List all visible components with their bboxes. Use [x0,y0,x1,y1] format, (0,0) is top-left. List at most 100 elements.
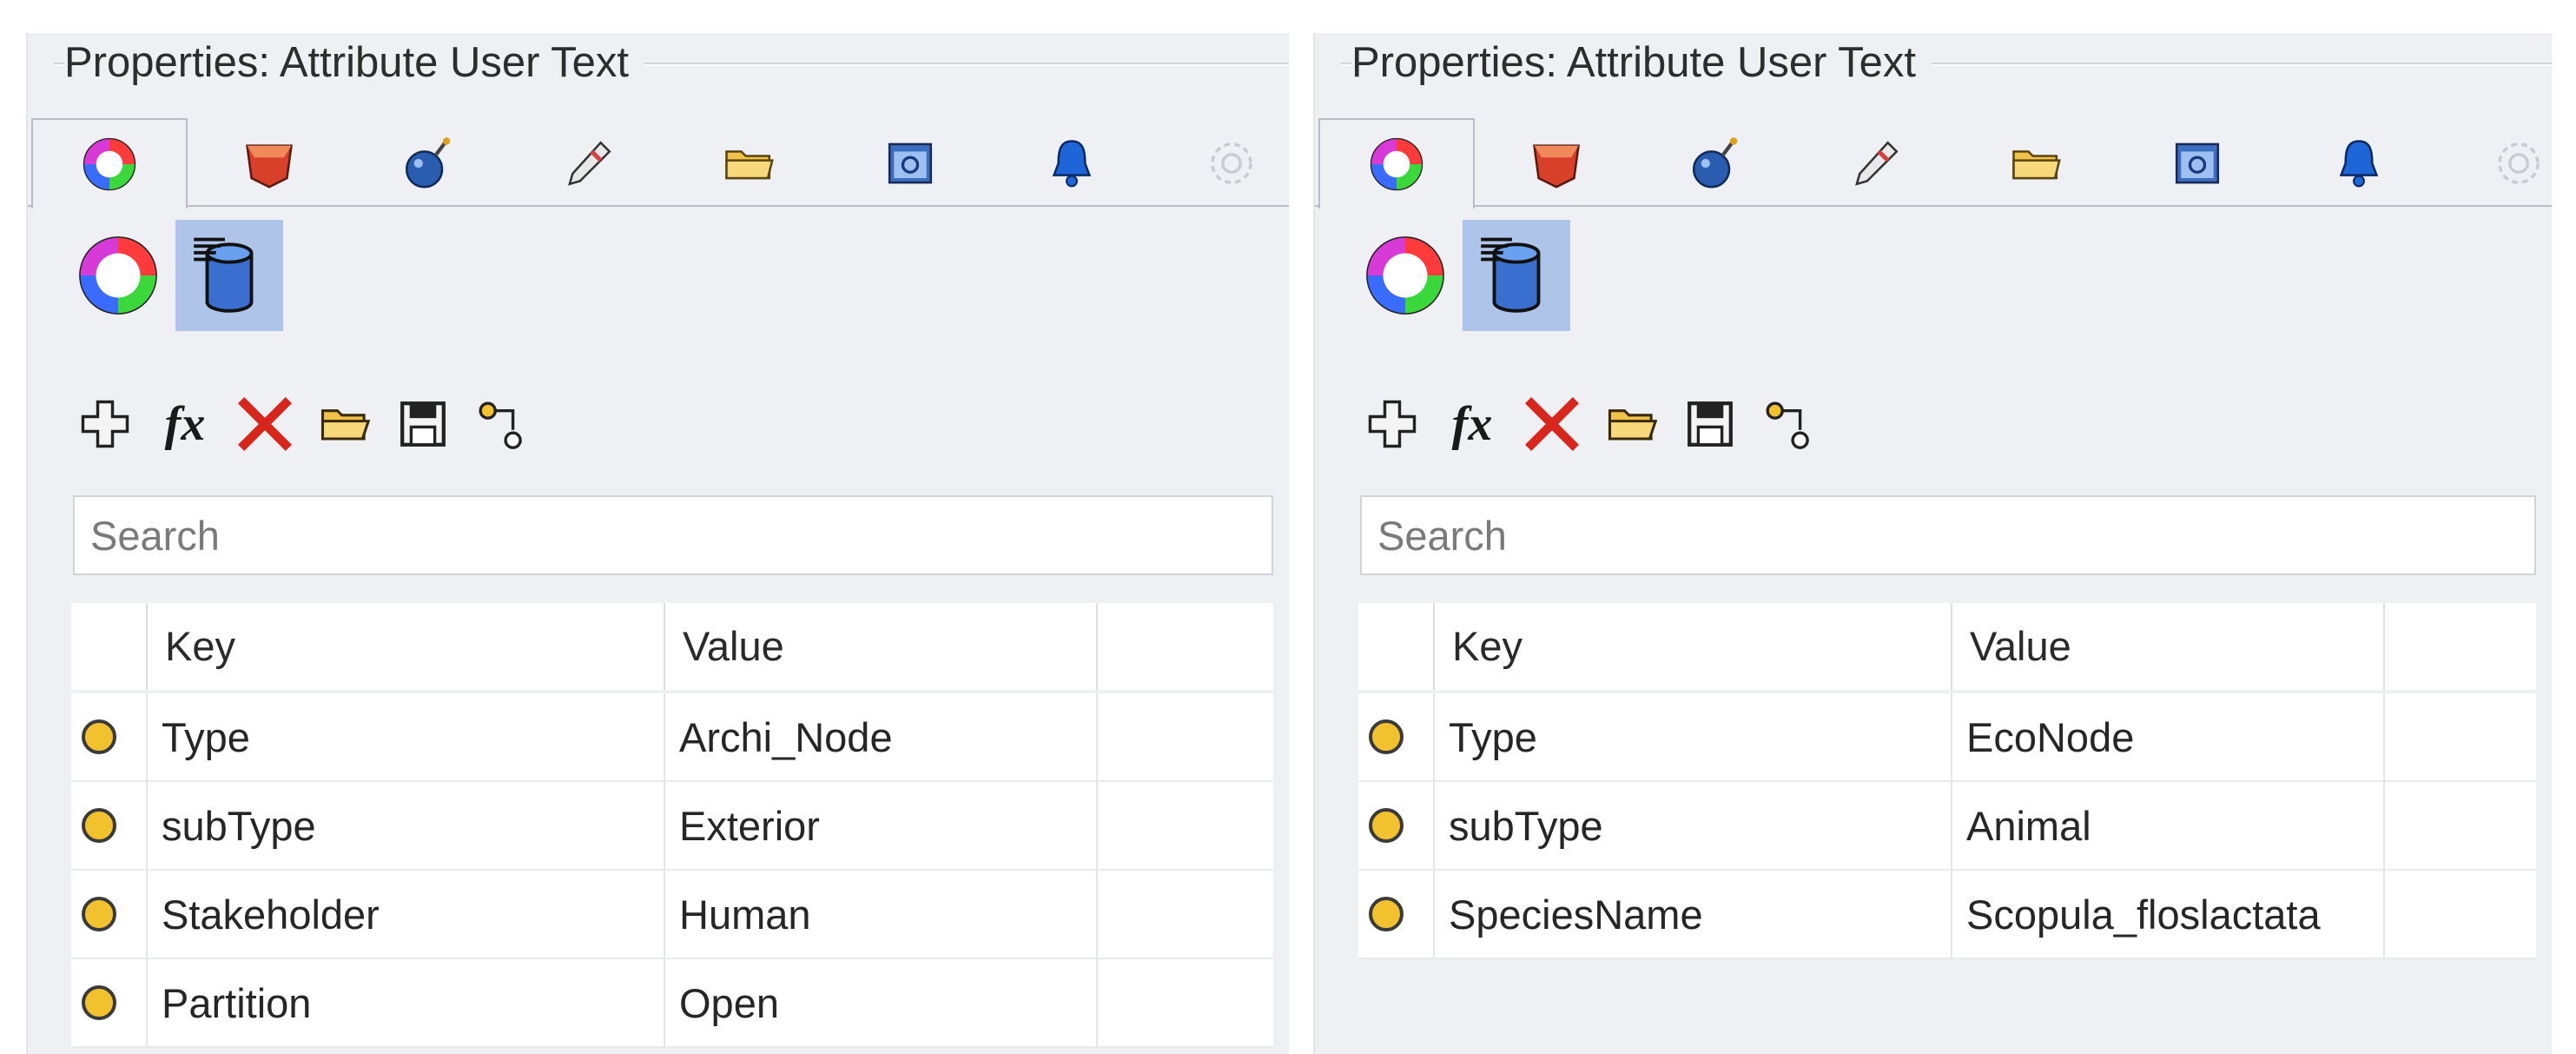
cell-divider [1096,782,1098,871]
row-key[interactable]: Type [148,693,250,782]
row-key[interactable]: subType [148,782,316,871]
search-input[interactable] [1360,495,2536,575]
row-value[interactable]: EcoNode [1952,693,2134,782]
add-button[interactable] [71,389,139,459]
add-button[interactable] [1358,389,1426,459]
link-button[interactable] [467,389,535,459]
function-icon: fx [164,397,206,451]
delete-icon [237,396,293,452]
tab-material-icon[interactable] [191,120,347,207]
row-status-dot [1369,897,1404,931]
add-icon [81,400,129,448]
cell-divider [2383,871,2385,959]
save-button[interactable] [389,389,457,459]
row-key[interactable]: subType [1435,782,1603,871]
table-row[interactable]: Partition Open [71,959,1273,1048]
attribute-grid: Key Value Type EcoNode subType Animal Sp… [1358,603,2536,1054]
row-value[interactable]: Human [665,871,811,959]
table-row[interactable]: Type EcoNode [1358,693,2536,782]
panel-title: Properties: Attribute User Text [1351,38,1932,87]
save-icon [1688,401,1733,447]
table-row[interactable]: SpeciesName Scopula_floslactata [1358,871,2536,959]
tab-pencil-icon[interactable] [511,120,667,207]
tab-gear-icon[interactable] [2441,120,2576,207]
row-divider [71,1046,1273,1048]
panel-title: Properties: Attribute User Text [64,38,644,87]
tab-strip [1315,94,2552,209]
tab-folder-icon[interactable] [1958,120,2114,207]
function-button[interactable]: fx [151,389,219,459]
row-key[interactable]: SpeciesName [1435,871,1703,959]
color-wheel-icon [1366,236,1444,315]
add-icon [1368,400,1417,448]
column-header-key[interactable]: Key [1435,603,1951,690]
column-header-value[interactable]: Value [665,603,1096,690]
row-value[interactable]: Archi_Node [665,693,893,782]
tab-window-icon[interactable] [2119,120,2275,207]
properties-panel-left: Properties: Attribute User Text fx Key V… [26,33,1289,1054]
save-icon [400,401,446,447]
row-status-dot [82,808,116,843]
color-wheel-button[interactable] [1351,220,1459,331]
attribute-grid: Key Value Type Archi_Node subType Exteri… [71,603,1273,1054]
delete-button[interactable] [1518,389,1586,459]
column-header-key[interactable]: Key [148,603,664,690]
row-key[interactable]: Partition [148,959,311,1048]
row-status-dot [82,985,116,1020]
open-button[interactable] [1598,389,1666,459]
attribute-user-text-button[interactable] [175,220,283,331]
tab-strip [28,94,1289,209]
column-header-value[interactable]: Value [1952,603,2383,690]
cell-divider [1096,871,1098,959]
open-button[interactable] [311,389,379,459]
link-icon [1766,401,1809,449]
save-button[interactable] [1676,389,1744,459]
link-icon [479,401,522,449]
function-icon: fx [1451,397,1493,451]
row-status-dot [82,897,116,931]
tab-bell-icon[interactable] [2281,120,2437,207]
cell-divider [1096,959,1098,1048]
table-row[interactable]: subType Animal [1358,782,2536,871]
link-button[interactable] [1754,389,1822,459]
table-row[interactable]: Stakeholder Human [71,871,1273,959]
row-status-dot [82,719,116,754]
database-icon [194,237,254,313]
open-folder-icon [320,409,371,441]
tab-bell-icon[interactable] [994,120,1150,207]
attribute-user-text-button[interactable] [1463,220,1570,331]
table-row[interactable]: Type Archi_Node [71,693,1273,782]
row-value[interactable]: Exterior [665,782,820,871]
cell-divider [1096,693,1098,782]
row-status-dot [1369,719,1404,754]
table-row[interactable]: subType Exterior [71,782,1273,871]
row-value[interactable]: Scopula_floslactata [1952,871,2321,959]
color-wheel-button[interactable] [64,220,172,331]
tab-bomb-icon[interactable] [1636,120,1793,207]
row-key[interactable]: Stakeholder [148,871,380,959]
tab-bomb-icon[interactable] [349,120,505,207]
row-value[interactable]: Open [665,959,779,1048]
color-wheel-icon [79,236,157,315]
grid-header: Key Value [1358,603,2536,690]
row-value[interactable]: Animal [1952,782,2091,871]
row-key[interactable]: Type [1435,693,1537,782]
search-input[interactable] [73,495,1273,575]
delete-button[interactable] [231,389,299,459]
tab-gear-icon[interactable] [1153,120,1310,207]
tab-color-wheel-icon[interactable] [1318,118,1475,209]
delete-icon [1524,396,1580,452]
tab-folder-icon[interactable] [670,120,827,207]
tab-color-wheel-icon[interactable] [31,118,188,209]
column-divider [2383,603,2385,690]
open-folder-icon [1608,409,1658,441]
column-divider [1096,603,1098,690]
database-icon [1481,237,1541,313]
tab-window-icon[interactable] [832,120,988,207]
grid-header: Key Value [71,603,1273,690]
row-divider [1358,958,2536,959]
function-button[interactable]: fx [1438,389,1506,459]
tab-material-icon[interactable] [1478,120,1635,207]
tab-pencil-icon[interactable] [1798,120,1954,207]
cell-divider [2383,782,2385,871]
